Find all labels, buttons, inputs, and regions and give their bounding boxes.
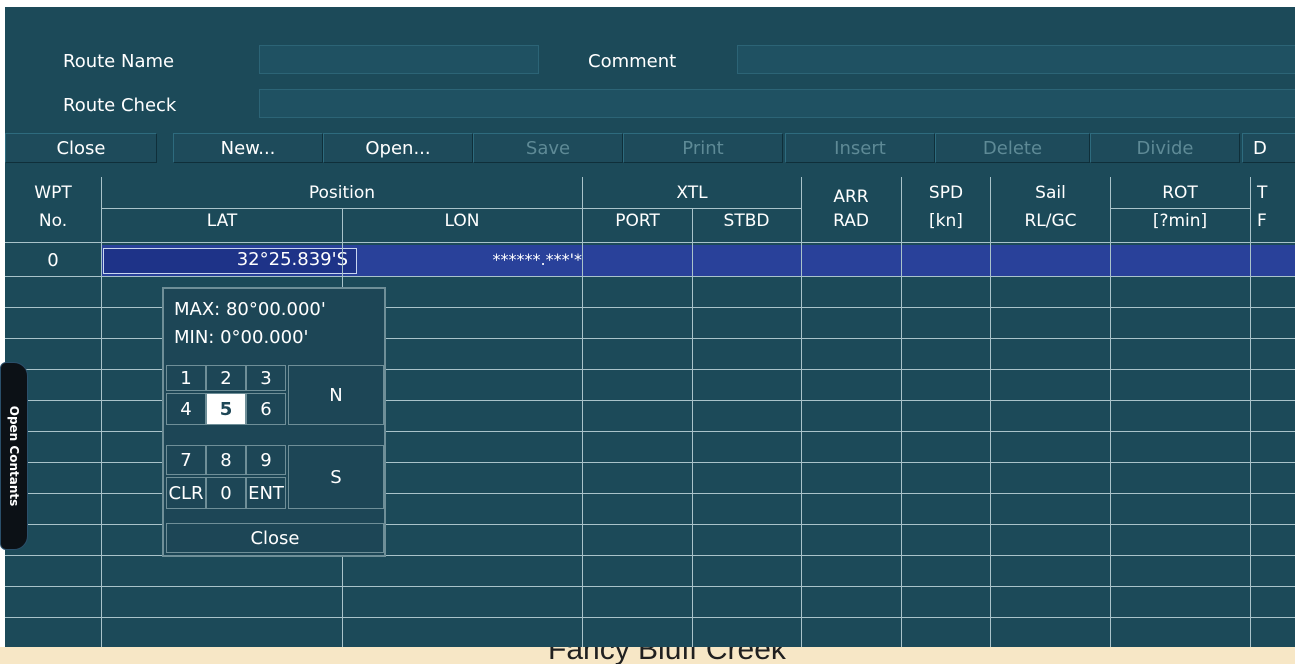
- col-spd-header: SPD: [928, 183, 964, 203]
- insert-button[interactable]: Insert: [785, 133, 935, 163]
- key-ent[interactable]: ENT: [246, 477, 286, 509]
- col-lon-header: LON: [444, 211, 480, 231]
- col-rot-header: ROT: [1162, 183, 1198, 203]
- keypad-min-label: MIN: 0°00.000': [174, 327, 309, 348]
- save-button[interactable]: Save: [473, 133, 623, 163]
- new-button[interactable]: New...: [173, 133, 323, 163]
- grid-col-divider: [101, 177, 102, 647]
- more-button[interactable]: D: [1242, 133, 1295, 163]
- toolbar: Close New... Open... Save Print Insert D…: [5, 133, 1295, 163]
- key-4[interactable]: 4: [166, 393, 206, 425]
- route-name-label: Route Name: [63, 51, 175, 72]
- col-xtl-header: XTL: [676, 183, 708, 203]
- lon-cell[interactable]: ******.***'*: [342, 250, 582, 269]
- grid-col-divider: [1110, 177, 1111, 647]
- lat-input-cell[interactable]: 32°25.839'S: [103, 248, 357, 274]
- route-check-label: Route Check: [63, 95, 177, 116]
- key-9[interactable]: 9: [246, 445, 286, 475]
- open-button[interactable]: Open...: [323, 133, 473, 163]
- lat-keypad-popup: MAX: 80°00.000' MIN: 0°00.000' 1 2 3 4 5…: [162, 287, 386, 557]
- open-contents-tab[interactable]: Open Contants: [0, 362, 28, 550]
- col-rad-header: RAD: [833, 211, 869, 231]
- header-divider: [1110, 208, 1250, 209]
- key-clr[interactable]: CLR: [166, 477, 206, 509]
- grid-col-divider: [901, 177, 902, 647]
- col-extra-sub-header: F: [1257, 211, 1267, 231]
- key-3[interactable]: 3: [246, 365, 286, 391]
- col-kn-header: [kn]: [929, 211, 963, 231]
- route-check-field: [259, 89, 1295, 118]
- route-editor-panel: Route Name Comment Route Check Close New…: [5, 7, 1295, 647]
- key-north[interactable]: N: [288, 365, 384, 425]
- col-no-header: No.: [38, 211, 68, 231]
- col-lat-header: LAT: [206, 211, 238, 231]
- col-port-header: PORT: [615, 211, 660, 231]
- grid-row-line: [5, 617, 1295, 618]
- open-contents-label: Open Contants: [7, 405, 21, 507]
- key-8[interactable]: 8: [206, 445, 246, 475]
- col-wpt-header: WPT: [34, 183, 72, 203]
- route-name-field[interactable]: [259, 45, 539, 74]
- comment-label: Comment: [588, 51, 677, 72]
- col-stbd-header: STBD: [723, 211, 770, 231]
- grid-col-divider: [692, 208, 693, 647]
- keypad-close-button[interactable]: Close: [166, 523, 384, 553]
- key-5[interactable]: 5: [206, 393, 246, 425]
- key-7[interactable]: 7: [166, 445, 206, 475]
- header-bottom-line: [5, 242, 1295, 243]
- col-extra-header: T: [1257, 183, 1268, 203]
- grid-col-divider: [1250, 177, 1251, 647]
- delete-button[interactable]: Delete: [935, 133, 1090, 163]
- row-wpt-no: 0: [47, 250, 59, 271]
- col-rlgc-header: RL/GC: [1024, 211, 1077, 231]
- comment-field[interactable]: [737, 45, 1295, 74]
- close-button[interactable]: Close: [5, 133, 157, 163]
- key-south[interactable]: S: [288, 445, 384, 509]
- grid-col-divider: [582, 177, 583, 647]
- key-2[interactable]: 2: [206, 365, 246, 391]
- key-1[interactable]: 1: [166, 365, 206, 391]
- col-sail-header: Sail: [1035, 183, 1066, 203]
- col-rot-unit-header: [?min]: [1152, 211, 1208, 231]
- print-button[interactable]: Print: [623, 133, 783, 163]
- divide-button[interactable]: Divide: [1090, 133, 1240, 163]
- grid-col-divider: [990, 177, 991, 647]
- chart-place-label: Fancy Bluff Creek: [548, 647, 786, 664]
- nautical-chart-background: Fancy Bluff Creek: [0, 647, 1295, 664]
- grid-col-divider: [801, 177, 802, 647]
- keypad-max-label: MAX: 80°00.000': [174, 299, 326, 320]
- grid-row-line: [5, 276, 1295, 277]
- grid-row-line: [5, 586, 1295, 587]
- col-position-header: Position: [308, 183, 376, 203]
- key-6[interactable]: 6: [246, 393, 286, 425]
- col-arr-header: ARR: [833, 187, 869, 207]
- key-0[interactable]: 0: [206, 477, 246, 509]
